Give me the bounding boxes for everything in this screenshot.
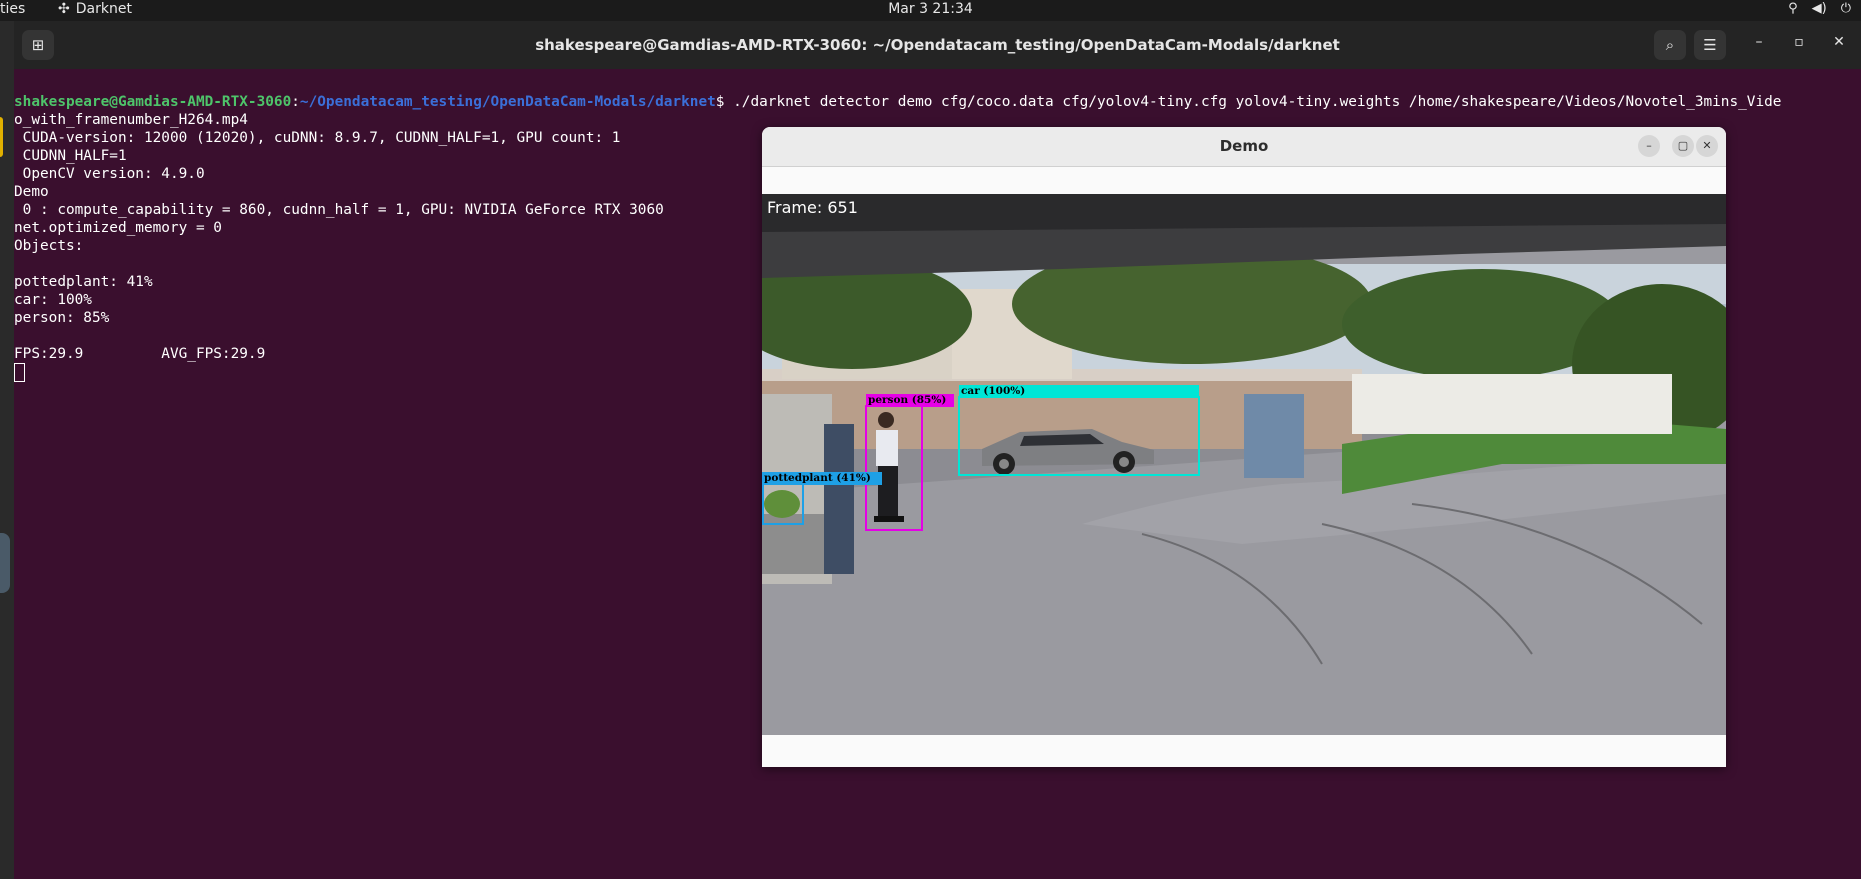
output-line: OpenCV version: 4.9.0 xyxy=(14,166,205,182)
output-line: pottedplant: 41% xyxy=(14,274,153,290)
demo-bottom-area xyxy=(762,735,1726,767)
video-frame: Frame: 651 person (85%) car (100%) potte… xyxy=(762,194,1726,735)
network-icon: ⚲ xyxy=(1788,1,1798,16)
demo-toolbar xyxy=(762,167,1726,194)
demo-titlebar[interactable]: Demo – ▢ ✕ xyxy=(762,127,1726,167)
output-line: Objects: xyxy=(14,238,84,254)
hamburger-icon: ☰ xyxy=(1703,36,1717,54)
demo-title: Demo xyxy=(1219,137,1269,155)
search-icon: ⌕ xyxy=(1665,36,1675,54)
dock-item[interactable] xyxy=(0,533,10,593)
car-detection-label: car (100%) xyxy=(961,385,1026,397)
output-line: o_with_framenumber_H264.mp4 xyxy=(14,112,248,128)
output-line: CUDA-version: 12000 (12020), cuDNN: 8.9.… xyxy=(14,130,621,146)
prompt-user: shakespeare@Gamdias-AMD-RTX-3060 xyxy=(14,94,292,110)
output-line: CUDNN_HALF=1 xyxy=(14,148,127,164)
frame-counter: Frame: 651 xyxy=(767,198,858,217)
prompt-line: shakespeare@Gamdias-AMD-RTX-3060:~/Opend… xyxy=(14,93,1781,111)
output-line: car: 100% xyxy=(14,292,92,308)
terminal-title: shakespeare@Gamdias-AMD-RTX-3060: ~/Open… xyxy=(535,36,1340,54)
search-button[interactable]: ⌕ xyxy=(1654,30,1686,60)
demo-maximize-button[interactable]: ▢ xyxy=(1672,135,1694,157)
menu-button[interactable]: ☰ xyxy=(1694,30,1726,60)
output-line: Demo xyxy=(14,184,49,200)
prompt-path: ~/Opendatacam_testing/OpenDataCam-Modals… xyxy=(299,94,716,110)
terminal-titlebar[interactable]: ⊞ shakespeare@Gamdias-AMD-RTX-3060: ~/Op… xyxy=(14,21,1861,69)
volume-icon: ◀) xyxy=(1811,1,1827,16)
dock xyxy=(0,21,14,879)
system-top-bar: ties ✣ Darknet Mar 3 21:34 ⚲ ◀) ⏻ xyxy=(0,0,1861,21)
prompt-separator: : xyxy=(291,94,300,110)
terminal-cursor xyxy=(14,363,25,382)
close-button[interactable]: ✕ xyxy=(1828,34,1850,50)
power-icon: ⏻ xyxy=(1840,1,1851,16)
output-line: person: 85% xyxy=(14,310,110,326)
system-tray[interactable]: ⚲ ◀) ⏻ xyxy=(1788,1,1851,16)
demo-window[interactable]: Demo – ▢ ✕ Frame: 651 person (85%) car (… xyxy=(762,127,1726,767)
video-scene xyxy=(762,194,1726,735)
output-line: FPS:29.9 AVG_FPS:29.9 xyxy=(14,346,266,362)
demo-minimize-button[interactable]: – xyxy=(1638,135,1660,157)
pottedplant-detection-label: pottedplant (41%) xyxy=(764,472,871,484)
cursor-line xyxy=(14,363,25,383)
dock-indicator xyxy=(0,117,3,157)
output-line: net.optimized_memory = 0 xyxy=(14,220,222,236)
output-line: 0 : compute_capability = 860, cudnn_half… xyxy=(14,202,664,218)
minimize-button[interactable]: – xyxy=(1748,34,1770,50)
clock[interactable]: Mar 3 21:34 xyxy=(0,1,1861,17)
person-detection-label: person (85%) xyxy=(868,394,947,406)
maximize-button[interactable]: ▫ xyxy=(1788,34,1810,50)
demo-close-button[interactable]: ✕ xyxy=(1696,135,1718,157)
command-text: ./darknet detector demo cfg/coco.data cf… xyxy=(733,94,1782,110)
prompt-symbol: $ xyxy=(715,94,734,110)
